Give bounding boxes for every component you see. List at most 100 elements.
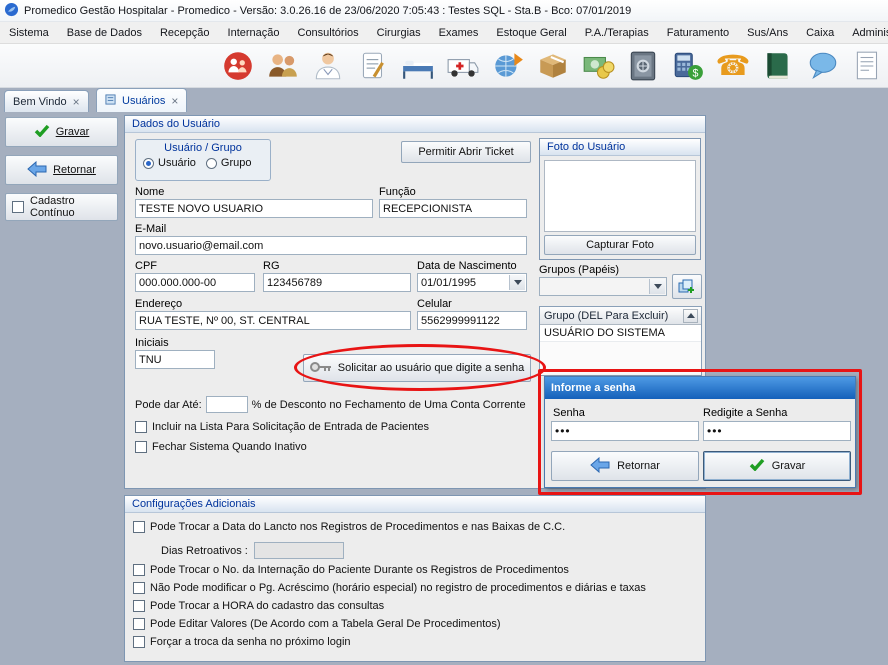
fechar-sistema-checkbox[interactable]	[135, 441, 147, 453]
foto-usuario-caption: Foto do Usuário	[540, 139, 700, 156]
grupos-grid-header-label: Grupo (DEL Para Excluir)	[544, 310, 668, 322]
menu-item-sus-ans[interactable]: Sus/Ans	[738, 22, 797, 43]
iniciais-input[interactable]: TNU	[135, 350, 215, 369]
tab-usuarios[interactable]: Usuários ×	[96, 88, 187, 112]
dialog-gravar-button[interactable]: Gravar	[703, 451, 851, 481]
permitir-abrir-ticket-button[interactable]: Permitir Abrir Ticket	[401, 141, 531, 163]
config-label-5: Pode Editar Valores (De Acordo com a Tab…	[150, 618, 501, 630]
svg-text:$: $	[692, 67, 698, 79]
grupos-dropdown-icon[interactable]	[649, 279, 665, 294]
nascimento-combobox[interactable]: 01/01/1995	[417, 273, 527, 292]
fechar-sistema-checkrow[interactable]: Fechar Sistema Quando Inativo	[135, 441, 307, 453]
config-check-1[interactable]: Pode Trocar a Data do Lancto nos Registr…	[133, 521, 565, 533]
radio-usuario-label: Usuário	[158, 157, 196, 169]
celular-input[interactable]: 5562999991122	[417, 311, 527, 330]
doctor-icon[interactable]	[310, 48, 346, 84]
menu-item-exames[interactable]: Exames	[430, 22, 488, 43]
incluir-lista-checkbox[interactable]	[135, 421, 147, 433]
tab-close-icon[interactable]: ×	[171, 96, 178, 106]
menu-item-caixa[interactable]: Caixa	[797, 22, 843, 43]
menu-item-recepcao[interactable]: Recepção	[151, 22, 219, 43]
config-checkbox-1[interactable]	[133, 521, 145, 533]
dias-retroativos-input[interactable]	[254, 542, 344, 559]
config-check-2[interactable]: Pode Trocar o No. da Internação do Pacie…	[133, 564, 569, 576]
desconto-input[interactable]	[206, 396, 248, 413]
config-check-5[interactable]: Pode Editar Valores (De Acordo com a Tab…	[133, 618, 501, 630]
safe-icon[interactable]	[625, 48, 661, 84]
key-icon	[310, 361, 332, 376]
usuario-grupo-caption: Usuário / Grupo	[136, 140, 270, 154]
endereco-input[interactable]: RUA TESTE, Nº 00, ST. CENTRAL	[135, 311, 411, 330]
add-icon	[678, 279, 696, 295]
email-input[interactable]: novo.usuario@email.com	[135, 236, 527, 255]
config-checkbox-3[interactable]	[133, 582, 145, 594]
menu-item-internacao[interactable]: Internação	[219, 22, 289, 43]
endereco-label: Endereço	[135, 298, 182, 310]
radio-usuario-control[interactable]	[143, 158, 154, 169]
users-icon[interactable]	[265, 48, 301, 84]
grid-row[interactable]: USUÁRIO DO SISTEMA	[540, 325, 701, 342]
nascimento-dropdown-icon[interactable]	[509, 275, 525, 290]
config-checkbox-6[interactable]	[133, 636, 145, 648]
ambulance-icon[interactable]	[445, 48, 481, 84]
dialog-title-bar[interactable]: Informe a senha	[545, 377, 855, 399]
chat-icon[interactable]	[805, 48, 841, 84]
menu-item-cirurgias[interactable]: Cirurgias	[368, 22, 430, 43]
cadastro-continuo-checkbox[interactable]	[12, 201, 24, 213]
senha-input[interactable]: •••	[551, 421, 699, 441]
ledger-book-icon[interactable]	[760, 48, 796, 84]
config-check-6[interactable]: Forçar a troca da senha no próximo login	[133, 636, 351, 648]
grupos-grid-header[interactable]: Grupo (DEL Para Excluir)	[540, 307, 701, 325]
menu-item-sistema[interactable]: Sistema	[0, 22, 58, 43]
rg-input[interactable]: 123456789	[263, 273, 411, 292]
gravar-button-label: Gravar	[56, 126, 90, 138]
retornar-button[interactable]: Retornar	[5, 155, 118, 185]
adicionar-grupo-button[interactable]	[672, 274, 702, 299]
desconto-row: Pode dar Até: % de Desconto no Fechament…	[135, 396, 526, 413]
hospital-bed-icon[interactable]	[400, 48, 436, 84]
grupos-papeis-combobox[interactable]	[539, 277, 667, 296]
phone-icon[interactable]: ☎	[715, 48, 751, 84]
dados-usuario-caption: Dados do Usuário	[125, 116, 705, 133]
menu-item-pa-terapias[interactable]: P.A./Terapias	[576, 22, 658, 43]
funcao-input[interactable]: RECEPCIONISTA	[379, 199, 527, 218]
menu-item-base-de-dados[interactable]: Base de Dados	[58, 22, 151, 43]
menu-item-faturamento[interactable]: Faturamento	[658, 22, 738, 43]
config-label-3: Não Pode modificar o Pg. Acréscimo (horá…	[150, 582, 646, 594]
gravar-button[interactable]: Gravar	[5, 117, 118, 147]
radio-grupo[interactable]: Grupo	[206, 157, 252, 169]
reception-icon[interactable]	[220, 48, 256, 84]
config-check-4[interactable]: Pode Trocar a HORA do cadastro das consu…	[133, 600, 384, 612]
config-checkbox-5[interactable]	[133, 618, 145, 630]
menu-item-consultorios[interactable]: Consultórios	[289, 22, 368, 43]
menu-item-administracao[interactable]: Administração	[843, 22, 888, 43]
nome-input[interactable]: TESTE NOVO USUARIO	[135, 199, 373, 218]
report-page-icon[interactable]	[850, 48, 886, 84]
incluir-lista-label: Incluir na Lista Para Solicitação de Ent…	[152, 421, 429, 433]
email-label: E-Mail	[135, 223, 166, 235]
grid-sort-up-icon[interactable]	[683, 309, 698, 323]
config-check-3[interactable]: Não Pode modificar o Pg. Acréscimo (horá…	[133, 582, 646, 594]
config-label-6: Forçar a troca da senha no próximo login	[150, 636, 351, 648]
capturar-foto-button[interactable]: Capturar Foto	[544, 235, 696, 255]
config-checkbox-4[interactable]	[133, 600, 145, 612]
cash-register-icon[interactable]: $	[670, 48, 706, 84]
dialog-retornar-button[interactable]: Retornar	[551, 451, 699, 481]
solicitar-senha-button[interactable]: Solicitar ao usuário que digite a senha	[303, 354, 531, 382]
cpf-input[interactable]: 000.000.000-00	[135, 273, 255, 292]
menu-item-estoque-geral[interactable]: Estoque Geral	[487, 22, 575, 43]
billing-icon[interactable]	[580, 48, 616, 84]
permitir-abrir-ticket-label: Permitir Abrir Ticket	[418, 146, 513, 158]
world-reports-icon[interactable]	[490, 48, 526, 84]
radio-grupo-control[interactable]	[206, 158, 217, 169]
tab-bem-vindo[interactable]: Bem Vindo ×	[4, 90, 89, 112]
cpf-label: CPF	[135, 260, 157, 272]
stock-box-icon[interactable]	[535, 48, 571, 84]
redigite-senha-label: Redigite a Senha	[703, 407, 787, 419]
tab-close-icon[interactable]: ×	[73, 97, 80, 107]
incluir-lista-checkrow[interactable]: Incluir na Lista Para Solicitação de Ent…	[135, 421, 429, 433]
config-checkbox-2[interactable]	[133, 564, 145, 576]
medical-record-icon[interactable]	[355, 48, 391, 84]
redigite-senha-input[interactable]: •••	[703, 421, 851, 441]
radio-usuario[interactable]: Usuário	[143, 157, 196, 169]
